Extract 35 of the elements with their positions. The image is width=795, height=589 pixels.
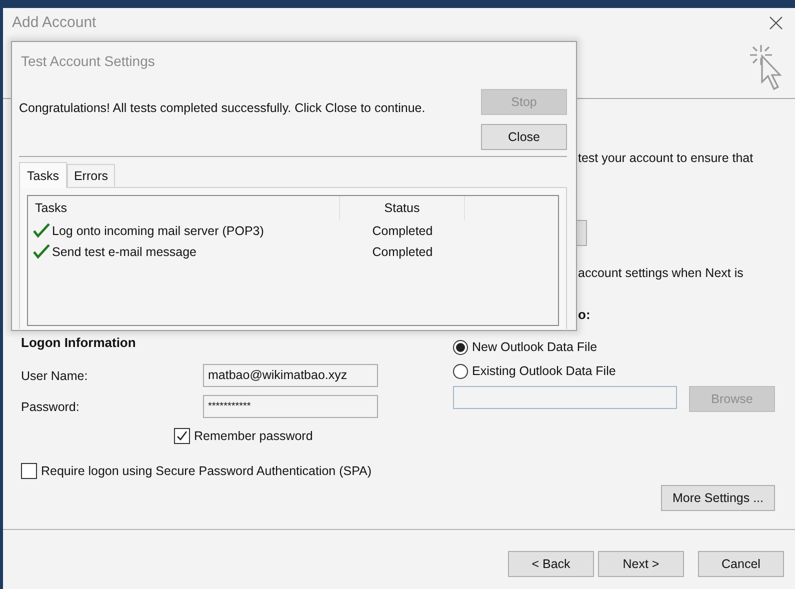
dialog-button[interactable]: < Back [508, 551, 594, 577]
checkbox-label: Require logon using Secure Password Authentication (SPA) [41, 463, 372, 479]
dialog-title: Test Account Settings [20, 52, 156, 71]
window-title: Add Account [12, 15, 96, 31]
dialog-button[interactable]: Close [481, 124, 567, 150]
table-cell-text: Completed [371, 222, 434, 238]
instruction-text: account settings when Next is [578, 265, 744, 281]
radio-button[interactable] [453, 364, 468, 378]
table-cell-text: Completed [371, 244, 434, 260]
column-header: Status [340, 196, 465, 220]
checkbox-label: Remember password [194, 428, 313, 444]
status-message: Congratulations! All tests completed successfully. Click Close to continue. [19, 100, 426, 116]
checkbox[interactable] [21, 463, 37, 479]
tab[interactable]: Errors [66, 164, 115, 187]
radio-label: New Outlook Data File [472, 339, 598, 355]
dialog-button[interactable]: Cancel [698, 551, 784, 577]
section-heading: Logon Information [21, 335, 136, 351]
checkbox[interactable] [174, 428, 190, 444]
column-header: Tasks [28, 196, 340, 220]
input-field[interactable]: *********** [203, 395, 378, 418]
tab[interactable]: Tasks [19, 162, 67, 188]
close-icon[interactable] [769, 16, 783, 30]
field-label: User Name: [21, 368, 89, 384]
cursor-click-icon [749, 43, 783, 93]
dialog-button[interactable]: Next > [598, 551, 684, 577]
more-settings-button[interactable]: More Settings ... [661, 485, 775, 511]
instruction-text: test your account to ensure that [578, 150, 754, 166]
table-cell: Send test e-mail message [52, 244, 197, 260]
input-field[interactable] [453, 386, 677, 409]
field-label: Password: [21, 398, 80, 414]
radio-button[interactable] [453, 340, 468, 354]
table-cell: Log onto incoming mail server (POP3) [52, 222, 264, 238]
input-field[interactable]: matbao@wikimatbao.xyz [203, 364, 378, 387]
section-heading: o: [578, 307, 590, 323]
radio-label: Existing Outlook Data File [472, 363, 616, 379]
